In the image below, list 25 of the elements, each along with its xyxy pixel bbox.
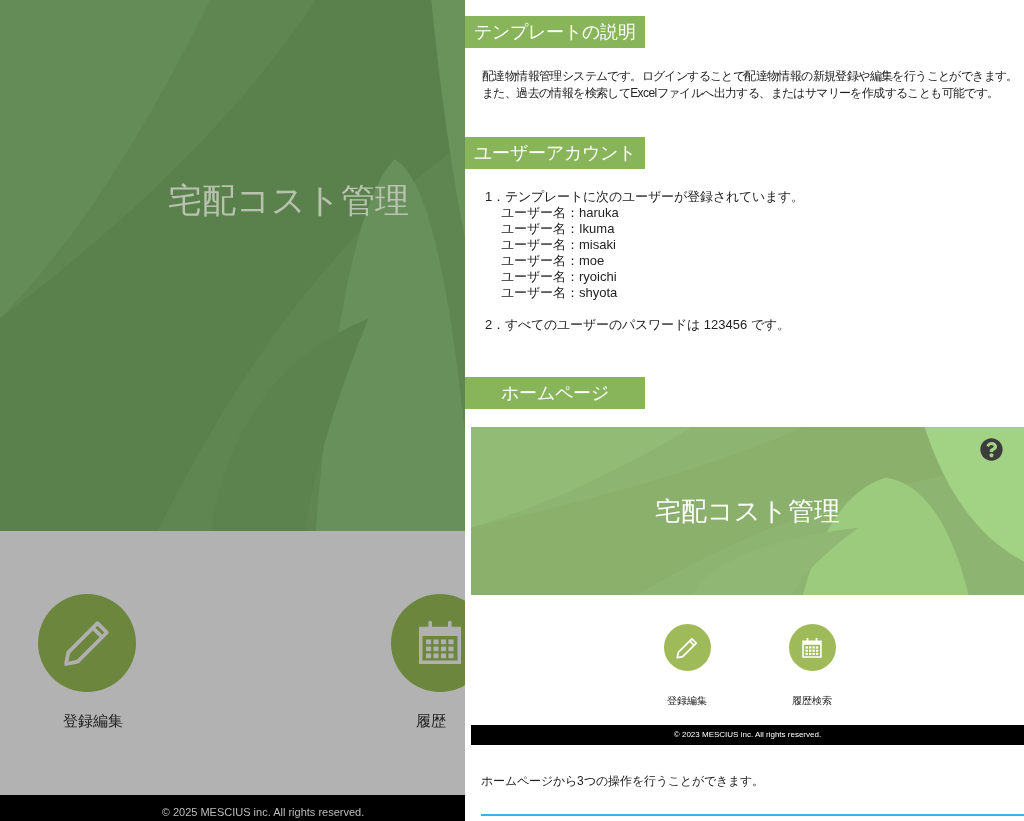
- app-title: 宅配コスト管理: [655, 494, 840, 528]
- menu-button[interactable]: [390, 594, 465, 692]
- list-item: 2．すべてのユーザーのパスワードは 123456 です。: [485, 317, 791, 333]
- menu-label: 履歴検索: [792, 694, 832, 708]
- app-title: 宅配コスト管理: [167, 180, 409, 221]
- description-text: ホームページから3つの操作を行うことができます。: [480, 773, 765, 790]
- section-heading: テンプレートの説明: [465, 16, 645, 48]
- section-heading: ユーザーアカウント: [465, 137, 645, 169]
- menu-button[interactable]: [788, 624, 836, 671]
- user-name: ユーザー名：moe: [500, 253, 606, 269]
- user-name: ユーザー名：shyota: [500, 285, 619, 301]
- user-name: ユーザー名：haruka: [500, 205, 620, 221]
- menu-label: 登録編集: [667, 694, 707, 708]
- user-name: ユーザー名：Ikuma: [500, 221, 616, 237]
- user-name: ユーザー名：ryoichi: [500, 269, 618, 285]
- menu-label: 履歴: [416, 711, 446, 731]
- menu-label: 登録編集: [63, 711, 123, 731]
- footer-text: © 2023 MESCIUS inc. All rights reserved.: [673, 729, 822, 741]
- menu-button[interactable]: [663, 624, 711, 671]
- help-icon[interactable]: [980, 438, 1003, 461]
- list-item: 1．テンプレートに次のユーザーが登録されています。: [485, 189, 806, 205]
- description-text: 配達物情報管理システムです。ログインすることで配達物情報の新規登録や編集を行うことができます。また、過去の情報を検索してExcelファイルへ出力する、またはサマリーを作成することも可能です。: [481, 68, 1019, 102]
- footer-text: © 2025 MESCIUS inc. All rights reserved.: [161, 805, 365, 820]
- section-heading: ホームページ: [465, 377, 645, 409]
- user-name: ユーザー名：misaki: [500, 237, 617, 253]
